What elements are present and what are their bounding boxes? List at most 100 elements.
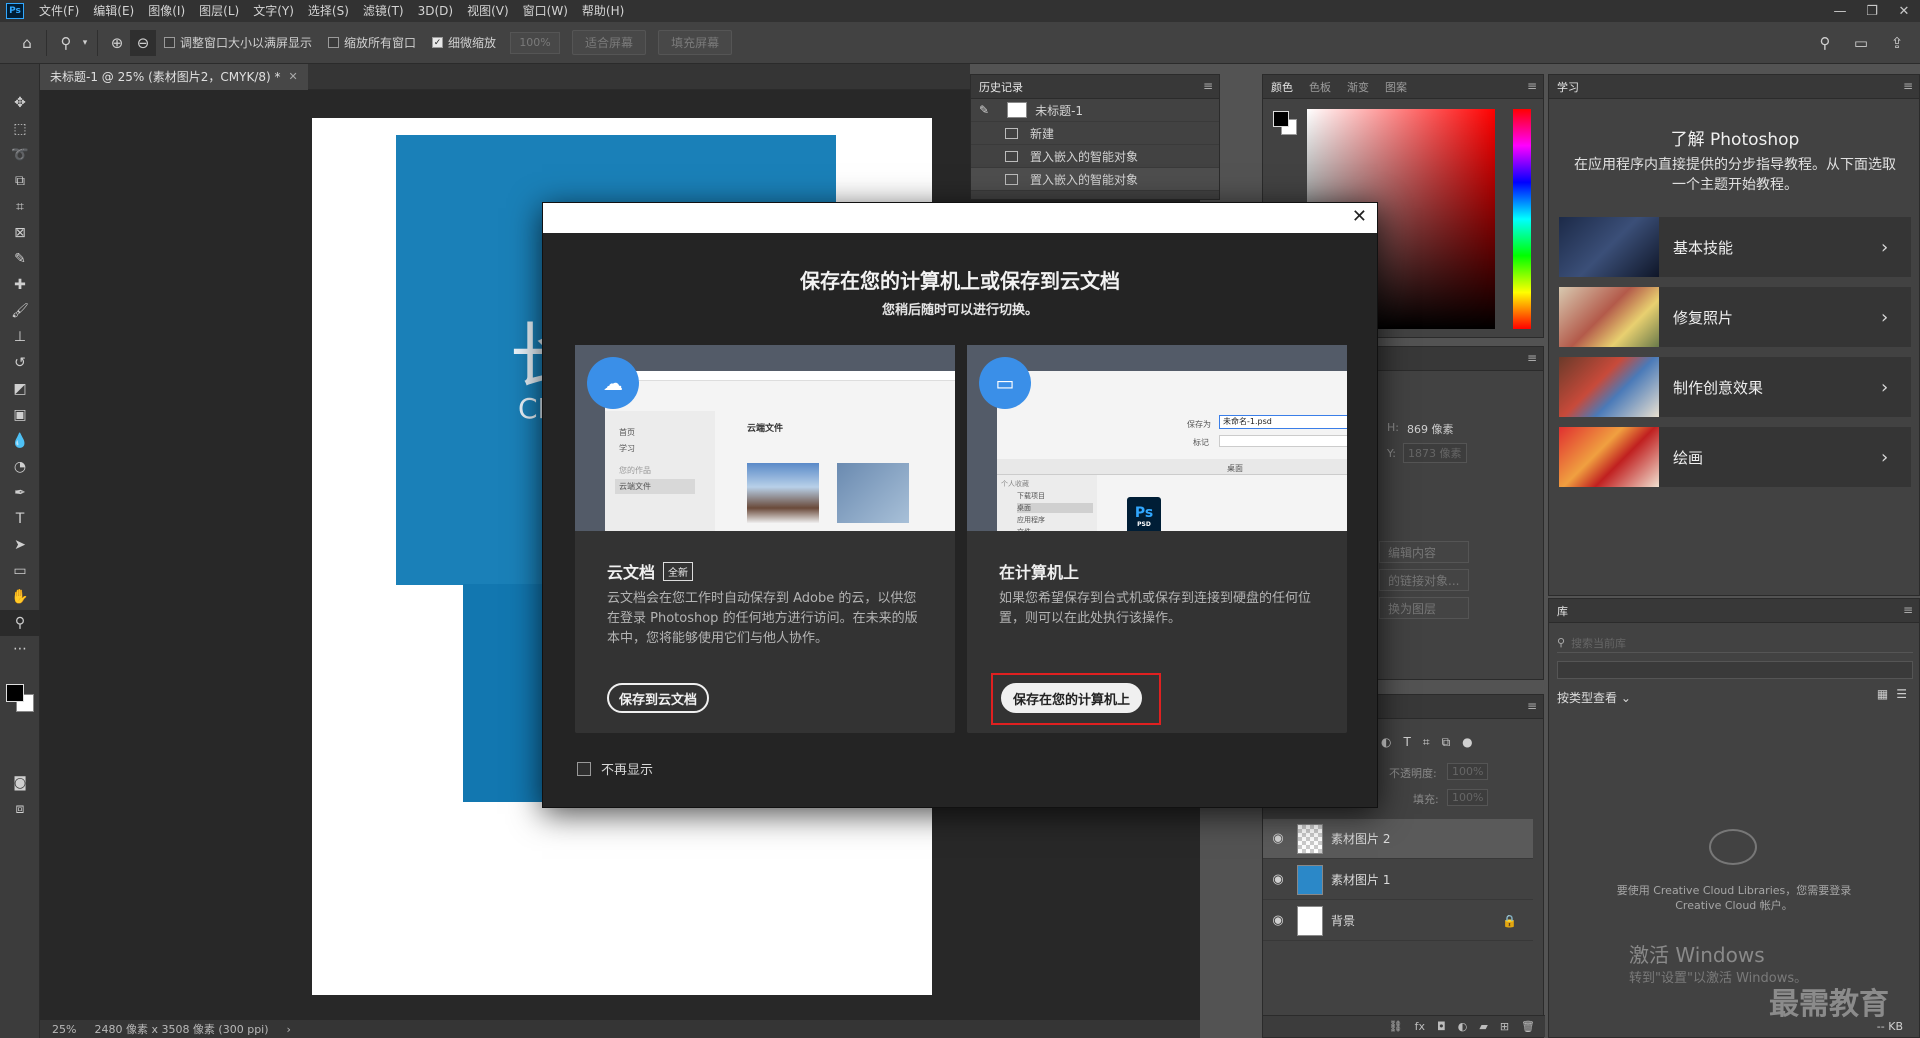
adjustment-layer-icon[interactable]: ◐ xyxy=(1458,1020,1468,1033)
edit-contents-button[interactable]: 编辑内容 xyxy=(1379,541,1469,563)
scrubby-zoom-checkbox[interactable]: ✓ 细微缩放 xyxy=(432,34,496,51)
opacity-field[interactable]: 100% xyxy=(1447,763,1489,780)
color-swatches[interactable] xyxy=(6,684,36,714)
path-select-tool-icon[interactable]: ➤ xyxy=(0,532,40,558)
hue-slider[interactable] xyxy=(1513,109,1531,329)
history-snapshot[interactable]: ✎ 未标题-1 xyxy=(971,99,1219,122)
save-to-cloud-button[interactable]: 保存到云文档 xyxy=(607,683,710,713)
gradient-tool-icon[interactable]: ▣ xyxy=(0,402,40,428)
shape-tool-icon[interactable]: ▭ xyxy=(0,558,40,584)
layer-name[interactable]: 素材图片 2 xyxy=(1331,830,1390,847)
panel-menu-icon[interactable]: ≡ xyxy=(1203,79,1213,93)
foreground-color-swatch[interactable] xyxy=(6,684,24,702)
zoom-out-icon[interactable]: ⊖ xyxy=(130,29,156,56)
panel-menu-icon[interactable]: ≡ xyxy=(1527,699,1537,713)
library-select[interactable] xyxy=(1557,661,1913,679)
close-window-button[interactable]: ✕ xyxy=(1888,0,1920,22)
layer-row[interactable]: ◉ 素材图片 1 xyxy=(1263,860,1533,900)
tab-gradients[interactable]: 渐变 xyxy=(1347,79,1369,95)
menu-filter[interactable]: 滤镜(T) xyxy=(356,0,411,22)
eraser-tool-icon[interactable]: ◩ xyxy=(0,376,40,402)
workspace-icon[interactable]: ▭ xyxy=(1848,30,1874,56)
learn-card-creative-effects[interactable]: 制作创意效果 › xyxy=(1559,357,1911,417)
close-icon[interactable]: ✕ xyxy=(1352,207,1367,227)
more-tools-icon[interactable]: ⋯ xyxy=(0,636,40,662)
layer-name[interactable]: 背景 xyxy=(1331,912,1355,929)
tab-history[interactable]: 历史记录 xyxy=(979,79,1023,95)
panel-menu-icon[interactable]: ≡ xyxy=(1903,79,1913,93)
chevron-down-icon[interactable]: ▾ xyxy=(79,30,91,56)
y-value-field[interactable]: 1873 像素 xyxy=(1403,443,1467,463)
menu-window[interactable]: 窗口(W) xyxy=(516,0,575,22)
history-item[interactable]: 置入嵌入的智能对象 xyxy=(971,145,1219,168)
visibility-eye-icon[interactable]: ◉ xyxy=(1263,913,1293,928)
marquee-tool-icon[interactable]: ⬚ xyxy=(0,116,40,142)
brush-tool-icon[interactable]: 🖌 xyxy=(0,298,40,324)
stamp-tool-icon[interactable]: ⊥ xyxy=(0,324,40,350)
foreground-color-swatch[interactable] xyxy=(1273,111,1289,127)
view-by-type-dropdown[interactable]: 按类型查看 ⌄ xyxy=(1557,689,1631,706)
menu-type[interactable]: 文字(Y) xyxy=(246,0,301,22)
menu-image[interactable]: 图像(I) xyxy=(141,0,192,22)
menu-3d[interactable]: 3D(D) xyxy=(411,0,460,22)
panel-menu-icon[interactable]: ≡ xyxy=(1527,351,1537,365)
save-on-computer-button[interactable]: 保存在您的计算机上 xyxy=(1001,683,1143,713)
layer-name[interactable]: 素材图片 1 xyxy=(1331,871,1390,888)
height-value[interactable]: 869 像素 xyxy=(1407,421,1454,437)
history-brush-tool-icon[interactable]: ↺ xyxy=(0,350,40,376)
crop-tool-icon[interactable]: ⌗ xyxy=(0,194,40,220)
tab-patterns[interactable]: 图案 xyxy=(1385,79,1407,95)
panel-menu-icon[interactable]: ≡ xyxy=(1527,79,1537,93)
zoom-in-icon[interactable]: ⊕ xyxy=(104,30,130,56)
trash-icon[interactable]: 🗑 xyxy=(1521,1020,1535,1033)
close-tab-icon[interactable]: ✕ xyxy=(289,64,298,90)
menu-layer[interactable]: 图层(L) xyxy=(192,0,246,22)
history-item[interactable]: 新建 xyxy=(971,122,1219,145)
chevron-right-icon[interactable]: › xyxy=(287,1023,291,1036)
link-layers-icon[interactable]: ⛓ xyxy=(1389,1020,1403,1033)
hand-tool-icon[interactable]: ✋ xyxy=(0,584,40,610)
move-tool-icon[interactable]: ✥ xyxy=(0,90,40,116)
minimize-button[interactable]: — xyxy=(1824,0,1856,22)
tab-libraries[interactable]: 库 xyxy=(1557,603,1568,619)
tab-color[interactable]: 颜色 xyxy=(1271,79,1293,95)
zoom-value-field[interactable]: 100% xyxy=(510,31,561,54)
quick-mask-icon[interactable]: ◙ xyxy=(0,770,40,796)
type-tool-icon[interactable]: T xyxy=(0,506,40,532)
restore-button[interactable]: ❐ xyxy=(1856,0,1888,22)
menu-file[interactable]: 文件(F) xyxy=(32,0,86,22)
menu-help[interactable]: 帮助(H) xyxy=(575,0,631,22)
lock-icon[interactable]: 🔒 xyxy=(1502,914,1517,928)
fit-screen-button[interactable]: 适合屏幕 xyxy=(572,30,647,55)
new-layer-icon[interactable]: ⊞ xyxy=(1500,1020,1509,1033)
menu-select[interactable]: 选择(S) xyxy=(301,0,356,22)
lasso-tool-icon[interactable]: ➰ xyxy=(0,142,40,168)
healing-tool-icon[interactable]: ✚ xyxy=(0,272,40,298)
adjustment-filter-icon[interactable]: ◐ xyxy=(1381,735,1391,750)
zoom-tool-icon[interactable]: ⚲ xyxy=(0,610,40,636)
learn-card-painting[interactable]: 绘画 › xyxy=(1559,427,1911,487)
visibility-eye-icon[interactable]: ◉ xyxy=(1263,872,1293,887)
dont-show-again-checkbox[interactable]: 不再显示 xyxy=(577,759,653,778)
zoom-tool-icon[interactable]: ⚲ xyxy=(53,30,79,56)
frame-tool-icon[interactable]: ⊠ xyxy=(0,220,40,246)
type-filter-icon[interactable]: T xyxy=(1403,735,1410,750)
list-view-icon[interactable]: ☰ xyxy=(1896,687,1907,701)
shape-filter-icon[interactable]: ⌗ xyxy=(1423,735,1430,750)
convert-to-layers-button[interactable]: 换为图层 xyxy=(1379,597,1469,619)
share-icon[interactable]: ⇪ xyxy=(1884,30,1910,56)
new-group-icon[interactable]: ▰ xyxy=(1479,1020,1487,1033)
library-search-input[interactable]: ⚲ 搜索当前库 xyxy=(1557,633,1913,653)
fill-field[interactable]: 100% xyxy=(1447,789,1489,806)
eyedropper-tool-icon[interactable]: ✎ xyxy=(0,246,40,272)
menu-edit[interactable]: 编辑(E) xyxy=(86,0,141,22)
document-tab[interactable]: 未标题-1 @ 25% (素材图片2，CMYK/8) * ✕ xyxy=(40,64,308,90)
grid-view-icon[interactable]: ▦ xyxy=(1877,687,1888,701)
learn-card-fix-photos[interactable]: 修复照片 › xyxy=(1559,287,1911,347)
tab-swatches[interactable]: 色板 xyxy=(1309,79,1331,95)
linked-object-button[interactable]: 的链接对象... xyxy=(1379,569,1469,591)
tab-learn[interactable]: 学习 xyxy=(1557,79,1579,95)
object-select-tool-icon[interactable]: ⧉ xyxy=(0,168,40,194)
fill-screen-button[interactable]: 填充屏幕 xyxy=(658,30,733,55)
zoom-all-windows-checkbox[interactable]: 缩放所有窗口 xyxy=(328,34,416,51)
